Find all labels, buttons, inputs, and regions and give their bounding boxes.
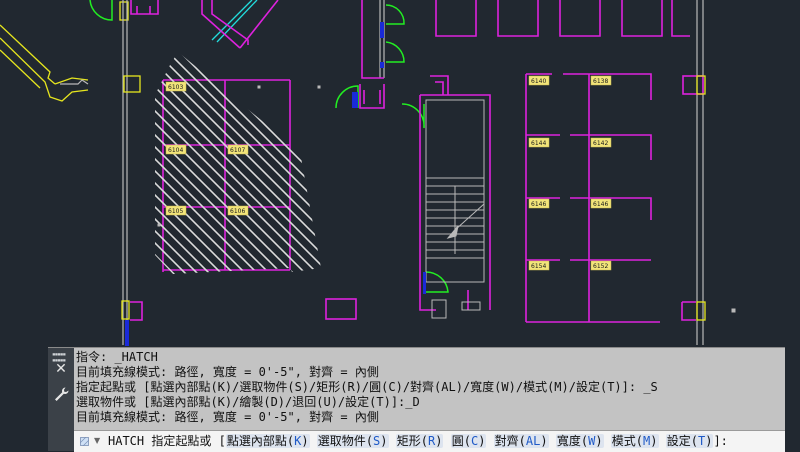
chevron-down-icon[interactable]: ▼ [94, 436, 100, 445]
command-history: 指令: _HATCH 目前填充線模式: 路徑, 寬度 = 0'-5", 對齊 =… [76, 350, 782, 425]
room-label[interactable]: 6103 [165, 81, 187, 92]
prompt-command: HATCH [108, 434, 145, 448]
room-label[interactable]: 6154 [528, 260, 550, 271]
history-line: 指定起點或 [點選內部點(K)/選取物件(S)/矩形(R)/圓(C)/對齊(AL… [76, 380, 658, 394]
svg-text:6154: 6154 [531, 263, 546, 270]
room-label[interactable]: 6107 [227, 144, 249, 155]
svg-text:6146: 6146 [531, 201, 546, 208]
svg-text:6152: 6152 [593, 263, 608, 270]
svg-text:6103: 6103 [168, 84, 183, 91]
svg-text:6107: 6107 [230, 147, 245, 154]
option-rectangle[interactable]: 矩形(R) [395, 434, 444, 448]
option-circle[interactable]: 圓(C) [450, 434, 487, 448]
svg-text:6146: 6146 [593, 201, 608, 208]
room-label[interactable]: 6146 [528, 198, 550, 209]
room-label[interactable]: 6106 [227, 205, 249, 216]
room-label[interactable]: 6138 [590, 75, 612, 86]
command-window: ▪▪▪▪▪ ▪▪▪▪▪ ✕ 指令: _HATCH 目前填充線模式: 路徑, 寬度 … [48, 347, 785, 452]
svg-text:6105: 6105 [168, 208, 183, 215]
wrench-icon[interactable] [53, 386, 69, 402]
room-label[interactable]: 6104 [165, 144, 187, 155]
corridor-outline [0, 1, 129, 102]
hatch-icon [80, 437, 89, 446]
room-label[interactable]: 6152 [590, 260, 612, 271]
room-label[interactable]: 6144 [528, 137, 550, 148]
svg-text:6142: 6142 [593, 140, 608, 147]
room-label[interactable]: 6140 [528, 75, 550, 86]
history-line: 目前填充線模式: 路徑, 寬度 = 0'-5", 對齊 = 內側 [76, 410, 379, 424]
option-mode[interactable]: 模式(M) [610, 434, 659, 448]
command-line-input[interactable]: ▼ HATCH 指定起點或 [點選內部點(K) 選取物件(S) 矩形(R) 圓(… [74, 430, 785, 452]
option-settings[interactable]: 設定(T) [665, 434, 714, 448]
command-window-toolbar: ▪▪▪▪▪ ▪▪▪▪▪ ✕ [48, 348, 74, 451]
prompt-open-bracket: [ [218, 434, 226, 448]
room-label[interactable]: 6105 [165, 205, 187, 216]
prompt-close: ]: [713, 434, 728, 448]
stairwell [157, 85, 736, 319]
option-select-objects[interactable]: 選取物件(S) [316, 434, 389, 448]
history-line: 指令: _HATCH [76, 350, 158, 364]
svg-text:6104: 6104 [168, 147, 183, 154]
option-align[interactable]: 對齊(AL) [493, 434, 549, 448]
command-prompt: HATCH 指定起點或 [點選內部點(K) 選取物件(S) 矩形(R) 圓(C)… [108, 434, 728, 449]
grip-dots-icon[interactable]: ▪▪▪▪▪ ▪▪▪▪▪ [52, 352, 70, 364]
room-label[interactable]: 6142 [590, 137, 612, 148]
history-line: 目前填充線模式: 路徑, 寬度 = 0'-5", 對齊 = 內側 [76, 365, 379, 379]
svg-text:6140: 6140 [531, 78, 546, 85]
room-label[interactable]: 6146 [590, 198, 612, 209]
history-line: 選取物件或 [點選內部點(K)/繪製(D)/退回(U)/設定(T)]:_D [76, 395, 420, 409]
svg-text:6144: 6144 [531, 140, 546, 147]
option-width[interactable]: 寬度(W) [555, 434, 604, 448]
close-icon[interactable]: ✕ [54, 362, 68, 376]
svg-text:6138: 6138 [593, 78, 608, 85]
accent-marks [121, 22, 706, 346]
option-pick-internal-point[interactable]: 點選內部點(K) [225, 434, 310, 448]
svg-text:6106: 6106 [230, 208, 245, 215]
prompt-text: 指定起點或 [151, 434, 212, 448]
